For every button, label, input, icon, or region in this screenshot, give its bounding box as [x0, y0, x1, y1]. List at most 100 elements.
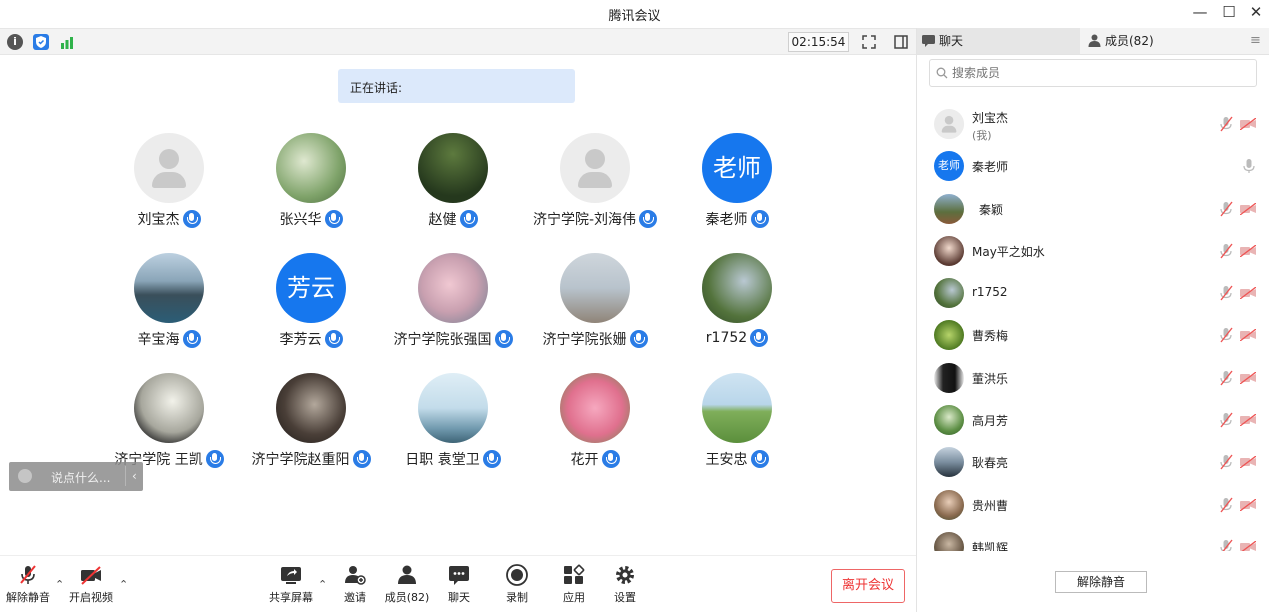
- list-item[interactable]: 曹秀梅: [917, 314, 1269, 356]
- mic-muted-icon[interactable]: [1219, 497, 1233, 513]
- leave-meeting-button[interactable]: 离开会议: [831, 569, 905, 603]
- avatar: [934, 193, 964, 224]
- participant-tile[interactable]: 日职 袁堂卫: [378, 373, 528, 469]
- list-item[interactable]: 贵州曹: [917, 484, 1269, 526]
- chat-quick-input[interactable]: 说点什么... ‹: [9, 462, 143, 491]
- mic-icon[interactable]: [1242, 158, 1256, 174]
- share-options-chevron-icon[interactable]: ⌃: [318, 578, 327, 591]
- camera-off-icon[interactable]: [1240, 202, 1256, 215]
- mic-on-icon: [629, 330, 648, 348]
- signal-icon[interactable]: [59, 34, 75, 50]
- mic-on-icon: [182, 210, 201, 228]
- mic-muted-icon[interactable]: [1219, 539, 1233, 551]
- mic-muted-icon[interactable]: [1219, 327, 1233, 343]
- close-icon[interactable]: ✕: [1243, 3, 1269, 21]
- members-button[interactable]: 成员(82): [384, 564, 430, 605]
- mic-muted-icon[interactable]: [1219, 116, 1233, 132]
- fullscreen-icon[interactable]: [861, 34, 877, 50]
- participant-tile[interactable]: r1752: [662, 253, 812, 347]
- meeting-timer: 02:15:54: [788, 32, 849, 52]
- participant-tile[interactable]: 济宁学院张强国: [378, 253, 528, 349]
- security-shield-icon[interactable]: [33, 34, 49, 50]
- minimize-icon[interactable]: —: [1187, 3, 1213, 21]
- member-search[interactable]: [929, 59, 1257, 87]
- mic-on-icon: [494, 330, 513, 348]
- list-item[interactable]: 高月芳: [917, 399, 1269, 441]
- avatar: [134, 133, 204, 203]
- start-video-button[interactable]: 开启视频: [67, 564, 115, 605]
- unmute-button[interactable]: 解除静音: [6, 564, 50, 605]
- sidebar-toggle-icon[interactable]: [893, 34, 909, 50]
- avatar: [934, 489, 964, 520]
- collapse-chevron-icon[interactable]: ‹: [125, 466, 137, 486]
- window-title: 腾讯会议: [608, 9, 661, 24]
- mic-on-icon: [182, 330, 201, 348]
- mic-muted-icon[interactable]: [1219, 243, 1233, 259]
- avatar: [702, 253, 772, 323]
- mic-on-icon: [750, 450, 769, 468]
- camera-off-icon[interactable]: [1240, 498, 1256, 511]
- camera-off-icon[interactable]: [1240, 371, 1256, 384]
- participant-tile[interactable]: 芳云 李芳云: [236, 253, 386, 349]
- list-item[interactable]: 刘宝杰 (我): [917, 103, 1269, 145]
- camera-off-icon[interactable]: [1240, 456, 1256, 469]
- camera-off-icon[interactable]: [1240, 329, 1256, 342]
- avatar: [934, 531, 964, 551]
- search-input[interactable]: [929, 59, 1257, 87]
- invite-button[interactable]: 邀请: [338, 564, 372, 605]
- participant-name: 济宁学院张强国: [393, 332, 492, 348]
- participant-tile[interactable]: 济宁学院-刘海伟: [520, 133, 670, 229]
- mic-muted-icon[interactable]: [1219, 201, 1233, 217]
- invite-label: 邀请: [344, 591, 366, 604]
- share-screen-label: 共享屏幕: [269, 591, 313, 604]
- unmute-all-button[interactable]: 解除静音: [1055, 571, 1147, 593]
- participant-tile[interactable]: 济宁学院 王凯: [94, 373, 244, 469]
- audio-options-chevron-icon[interactable]: ⌃: [55, 578, 64, 591]
- info-icon[interactable]: i: [7, 34, 23, 50]
- participant-tile[interactable]: 济宁学院张姗: [520, 253, 670, 349]
- participant-tile[interactable]: 花开: [520, 373, 670, 469]
- participant-tile[interactable]: 老师 秦老师: [662, 133, 812, 229]
- camera-off-icon[interactable]: [1240, 540, 1256, 551]
- mic-on-icon: [352, 450, 371, 468]
- list-item[interactable]: 耿春亮: [917, 441, 1269, 483]
- list-item[interactable]: r1752: [917, 272, 1269, 314]
- camera-off-icon[interactable]: [1240, 414, 1256, 427]
- mic-muted-icon[interactable]: [1219, 454, 1233, 470]
- camera-off-icon[interactable]: [1240, 287, 1256, 300]
- participant-tile[interactable]: 赵健: [378, 133, 528, 229]
- participant-tile[interactable]: 王安忠: [662, 373, 812, 469]
- member-name: 高月芳: [972, 414, 1009, 429]
- camera-off-icon[interactable]: [1240, 244, 1256, 257]
- video-options-chevron-icon[interactable]: ⌃: [119, 578, 128, 591]
- avatar: [934, 320, 964, 351]
- avatar: [418, 253, 488, 323]
- participant-name: 济宁学院赵重阳: [251, 452, 350, 468]
- mic-muted-icon[interactable]: [1219, 285, 1233, 301]
- maximize-icon[interactable]: ☐: [1216, 3, 1242, 21]
- list-item[interactable]: 韩凯辉: [917, 526, 1269, 551]
- list-item[interactable]: 秦颖: [917, 188, 1269, 230]
- participant-tile[interactable]: 张兴华: [236, 133, 386, 229]
- participant-tile[interactable]: 刘宝杰: [94, 133, 244, 229]
- record-button[interactable]: 录制: [500, 564, 534, 605]
- users-icon: [395, 564, 419, 586]
- tab-members[interactable]: 成员(82): [1083, 28, 1243, 54]
- camera-off-icon[interactable]: [1240, 118, 1256, 130]
- mic-muted-icon[interactable]: [1219, 370, 1233, 386]
- participant-tile[interactable]: 济宁学院赵重阳: [236, 373, 386, 469]
- menu-icon[interactable]: ≡: [1250, 33, 1264, 49]
- member-name: 韩凯辉: [972, 540, 1009, 551]
- mic-muted-icon[interactable]: [1219, 412, 1233, 428]
- apps-button[interactable]: 应用: [557, 564, 591, 605]
- list-item[interactable]: 董洪乐: [917, 357, 1269, 399]
- share-screen-button[interactable]: 共享屏幕: [268, 564, 314, 605]
- chat-button[interactable]: 聊天: [442, 564, 476, 605]
- tab-chat[interactable]: 聊天: [917, 28, 1080, 54]
- list-item[interactable]: May平之如水: [917, 230, 1269, 272]
- list-item[interactable]: 老师 秦老师: [917, 145, 1269, 187]
- emoji-icon[interactable]: [18, 469, 32, 483]
- mic-on-icon: [459, 210, 478, 228]
- participant-tile[interactable]: 辛宝海: [94, 253, 244, 349]
- settings-button[interactable]: 设置: [608, 564, 642, 605]
